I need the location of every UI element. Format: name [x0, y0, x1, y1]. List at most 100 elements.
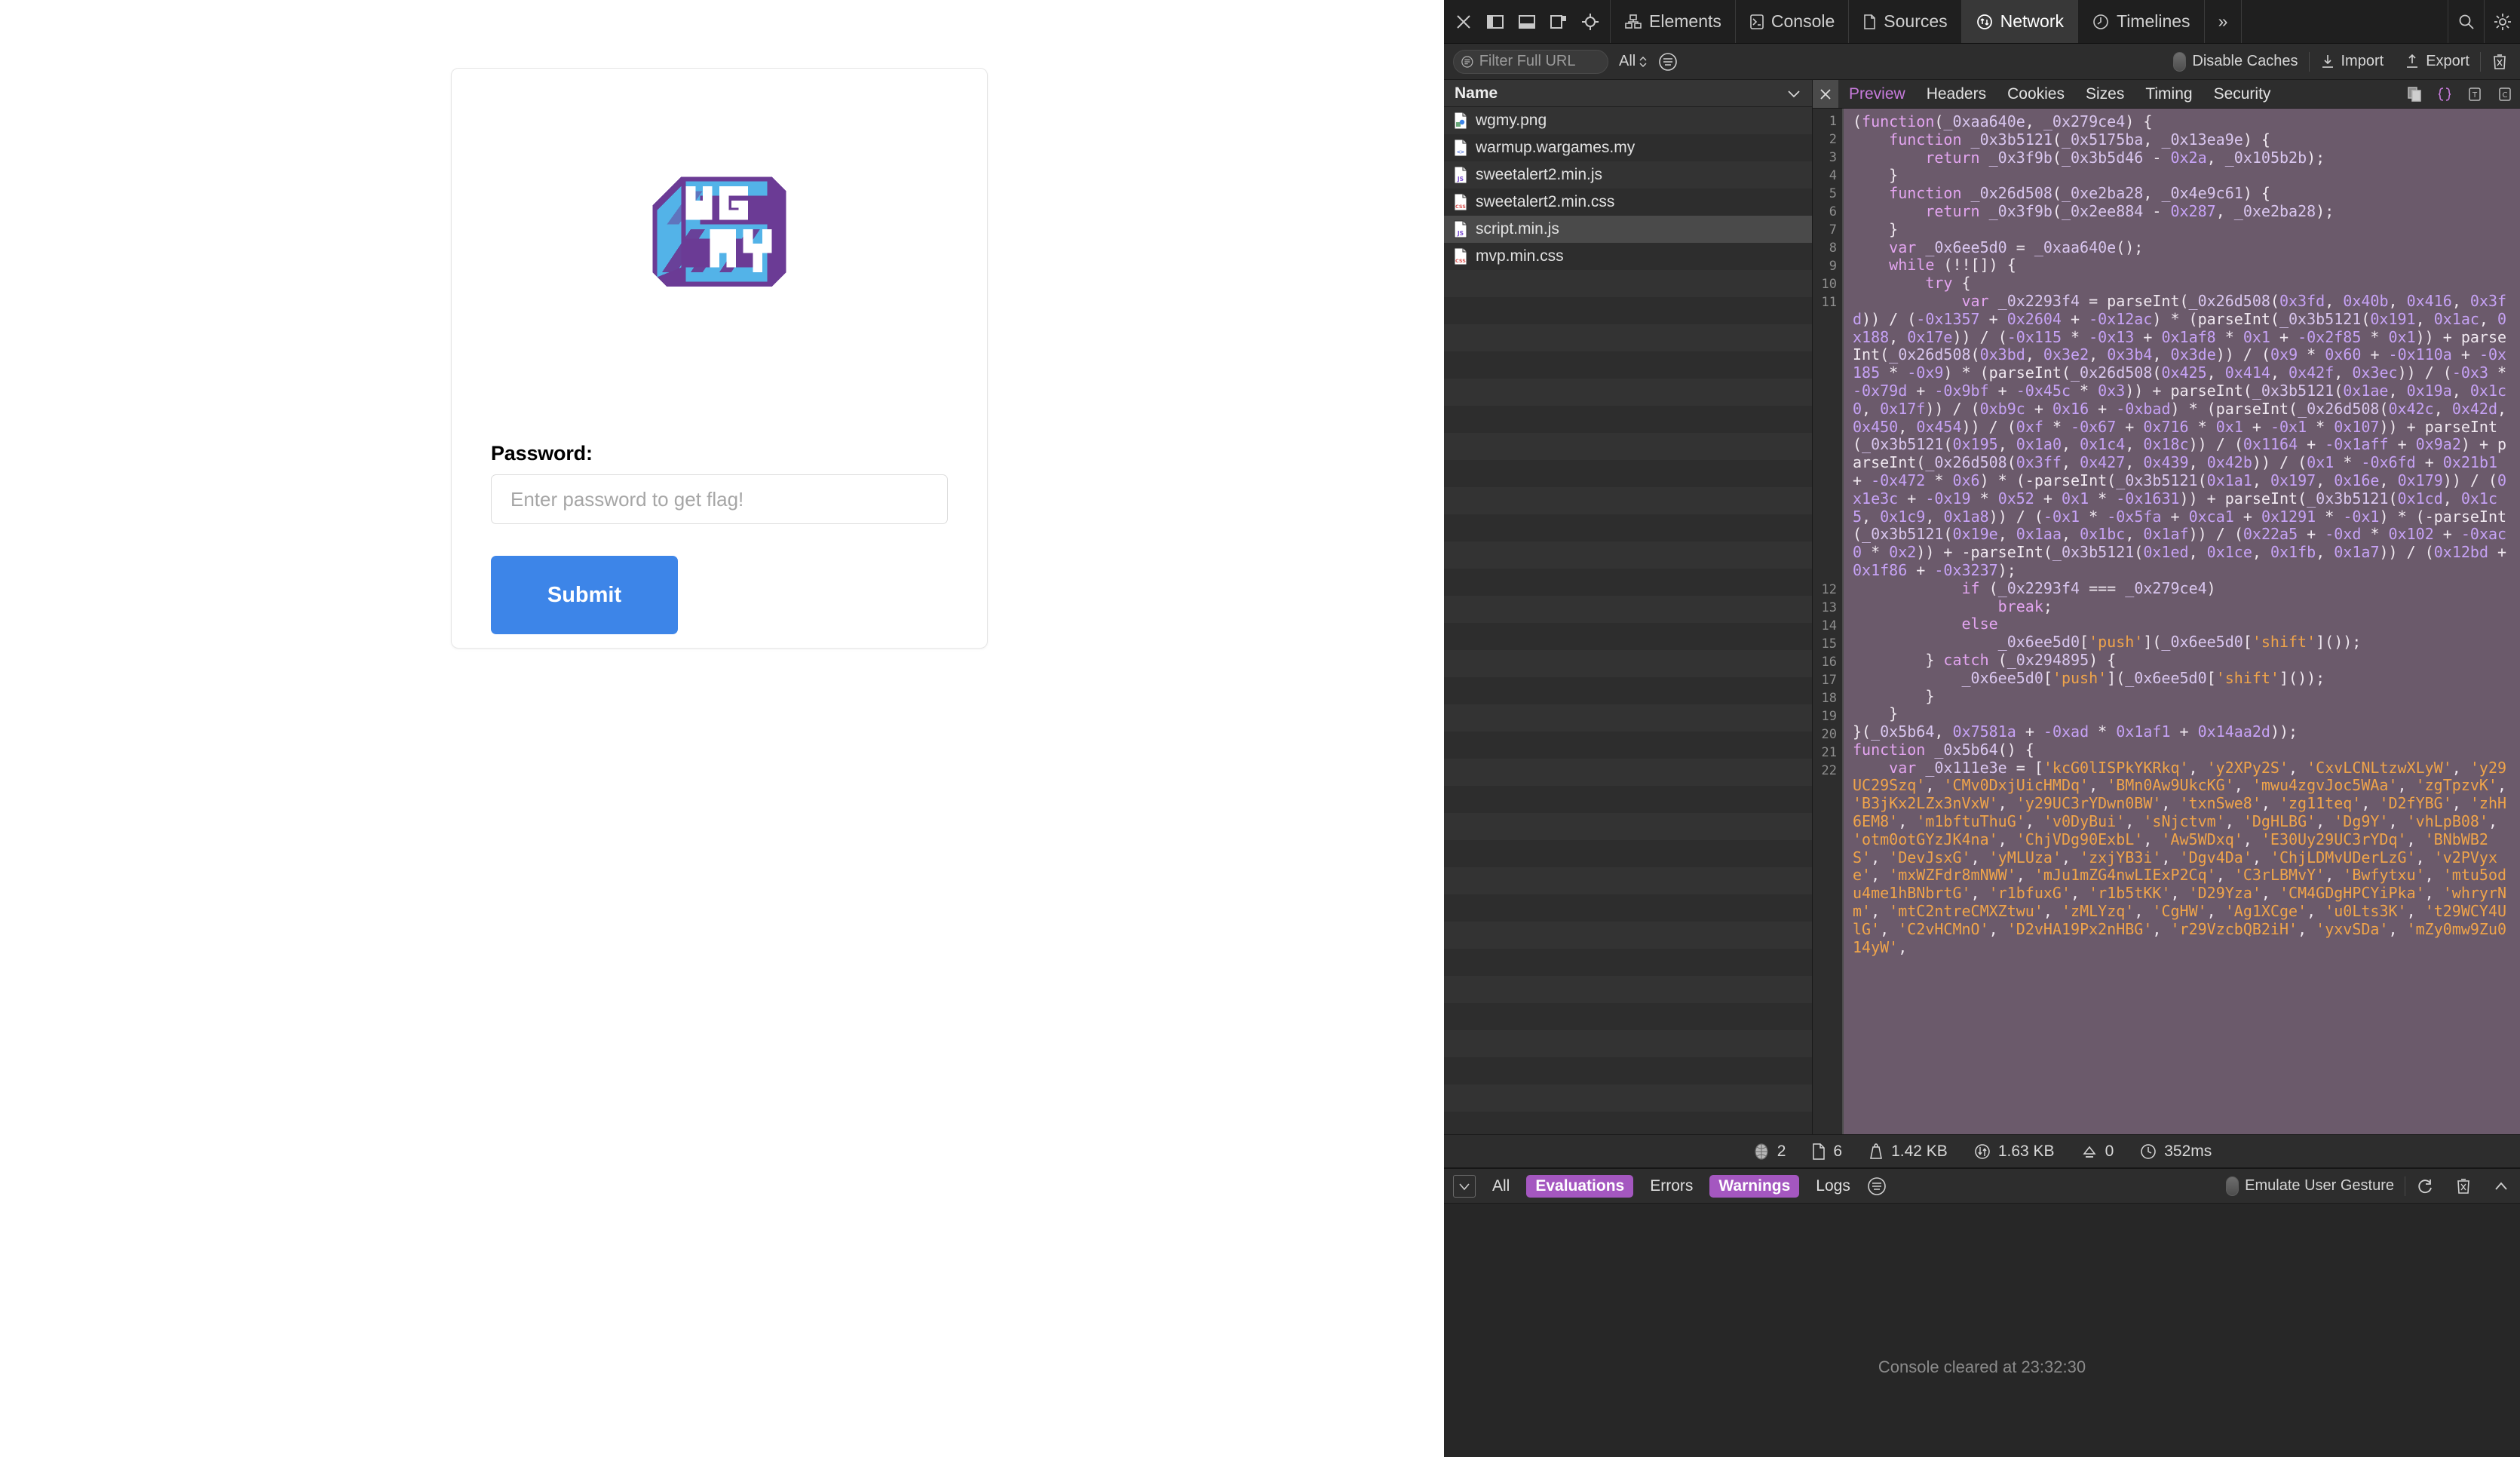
tab-sources-label: Sources: [1884, 11, 1948, 31]
console-filter-bar: All Evaluations Errors Warnings Logs Emu…: [1444, 1167, 2520, 1204]
file-row-label: mvp.min.css: [1476, 247, 1564, 265]
show-chars-icon[interactable]: C: [2490, 80, 2520, 108]
pretty-print-braces-icon[interactable]: [2430, 80, 2460, 108]
tab-console[interactable]: Console: [1736, 0, 1850, 43]
detail-tab-preview[interactable]: Preview: [1838, 80, 1916, 108]
settings-gear-icon[interactable]: [2484, 0, 2520, 43]
status-transferred-value: 1.63 KB: [1997, 1142, 2055, 1160]
status-resources-value: 6: [1833, 1142, 1843, 1160]
file-row-script-min-js[interactable]: JS script.min.js: [1444, 216, 1812, 243]
code-content: (function(_0xaa640e, _0x279ce4) { functi…: [1844, 109, 2520, 1134]
close-icon[interactable]: [1449, 7, 1479, 37]
network-file-list: Name wgmy.png <> warmup.wargames.my JS s…: [1444, 80, 1813, 1134]
hamburger-circle-icon: [1868, 1176, 1886, 1195]
export-label: Export: [2426, 53, 2469, 69]
devtools-panel: Elements Console Sources Network Timelin…: [1444, 0, 2520, 1457]
file-row-mvp-min-css[interactable]: CSS mvp.min.css: [1444, 243, 1812, 270]
web-page-viewport: Password: Submit: [0, 0, 1444, 1457]
svg-text:C: C: [2503, 91, 2508, 100]
file-list-header[interactable]: Name: [1444, 80, 1812, 107]
devtools-window-controls: [1444, 0, 1611, 43]
disable-caches-label: Disable Caches: [2192, 53, 2298, 69]
console-chip-errors[interactable]: Errors: [1641, 1175, 1702, 1198]
detail-tab-security[interactable]: Security: [2203, 80, 2282, 108]
import-button[interactable]: Import: [2310, 53, 2395, 70]
console-more-filters-button[interactable]: [1867, 1176, 1887, 1196]
status-upload-value: 0: [2105, 1142, 2114, 1160]
import-label: Import: [2341, 53, 2384, 69]
password-label: Password:: [491, 442, 593, 465]
js-file-icon: JS: [1454, 220, 1467, 238]
submit-button[interactable]: Submit: [491, 556, 678, 634]
globe-icon: [1755, 1143, 1768, 1160]
upload-icon: [2083, 1146, 2096, 1158]
emulate-user-gesture-toggle[interactable]: Emulate User Gesture: [2215, 1176, 2405, 1196]
console-cleared-message: Console cleared at 23:32:30: [1878, 1357, 2086, 1376]
file-row-warmup-wargames-my[interactable]: <> warmup.wargames.my: [1444, 134, 1812, 161]
file-row-sweetalert2-min-css[interactable]: CSS sweetalert2.min.css: [1444, 189, 1812, 216]
screen-root: Password: Submit Elements Console Source…: [0, 0, 2520, 1457]
logo-container: [452, 167, 987, 292]
search-icon[interactable]: [2448, 0, 2484, 43]
refresh-icon[interactable]: [2405, 1177, 2445, 1195]
dock-left-icon[interactable]: [1480, 7, 1510, 37]
filter-input[interactable]: [1479, 53, 1600, 70]
resource-type-select[interactable]: All: [1619, 53, 1648, 70]
css-file-icon: CSS: [1454, 247, 1467, 265]
line-number-gutter: 1 2 3 4 5 6 7 8 9 10 11 12 13 14 15 16 17 18 19 20 21 22: [1813, 109, 1844, 1134]
chevron-down-icon[interactable]: [1786, 88, 1801, 99]
tab-console-label: Console: [1770, 11, 1835, 31]
disable-caches-toggle[interactable]: Disable Caches: [2163, 51, 2308, 72]
dock-bottom-icon[interactable]: [1512, 7, 1542, 37]
detail-tab-cookies[interactable]: Cookies: [1997, 80, 2075, 108]
console-chip-evaluations[interactable]: Evaluations: [1526, 1174, 1634, 1198]
filter-input-wrapper[interactable]: [1453, 49, 1608, 74]
import-icon: [2322, 54, 2333, 68]
file-row-sweetalert2-min-js[interactable]: JS sweetalert2.min.js: [1444, 161, 1812, 189]
emulate-user-gesture-label: Emulate User Gesture: [2245, 1177, 2394, 1194]
more-filters-button[interactable]: [1658, 52, 1678, 72]
password-form: Password: Submit: [491, 442, 948, 634]
clear-console-icon[interactable]: [2445, 1177, 2482, 1195]
svg-text:JS: JS: [1457, 230, 1464, 237]
tab-timelines[interactable]: Timelines: [2078, 0, 2205, 43]
emulate-user-gesture-switch[interactable]: [2226, 1176, 2239, 1196]
console-chip-logs[interactable]: Logs: [1807, 1175, 1859, 1198]
tabs-overflow-button[interactable]: »: [2205, 0, 2243, 43]
file-row-wgmy-png[interactable]: wgmy.png: [1444, 107, 1812, 134]
status-resources: 6: [1811, 1143, 1842, 1161]
devtools-tabbar: Elements Console Sources Network Timelin…: [1444, 0, 2520, 44]
detail-tab-sizes[interactable]: Sizes: [2075, 80, 2135, 108]
console-chip-all[interactable]: All: [1483, 1175, 1519, 1198]
collapse-icon[interactable]: [2482, 1178, 2511, 1195]
undock-icon[interactable]: [1544, 7, 1574, 37]
console-chip-warnings[interactable]: Warnings: [1709, 1174, 1800, 1198]
svg-text:T: T: [2472, 91, 2478, 100]
inspect-icon[interactable]: [1575, 7, 1605, 37]
tab-elements[interactable]: Elements: [1611, 0, 1736, 43]
show-text-icon[interactable]: T: [2460, 80, 2490, 108]
detail-tab-headers[interactable]: Headers: [1916, 80, 1997, 108]
copy-icon[interactable]: [2399, 80, 2430, 108]
disable-caches-switch[interactable]: [2173, 51, 2187, 72]
status-upload: 0: [2080, 1143, 2114, 1161]
code-preview[interactable]: 1 2 3 4 5 6 7 8 9 10 11 12 13 14 15 16 17 18 19 20 21 22 (fun…: [1813, 109, 2520, 1134]
clear-network-button[interactable]: [2481, 53, 2511, 71]
close-icon[interactable]: [1813, 80, 1838, 108]
tab-network[interactable]: Network: [1961, 0, 2078, 43]
password-input[interactable]: [491, 474, 948, 524]
status-domains: 2: [1752, 1143, 1786, 1161]
export-button[interactable]: Export: [2394, 53, 2480, 70]
file-list-empty-rows: [1444, 270, 1812, 1134]
status-time-value: 352ms: [2164, 1142, 2212, 1160]
tab-timelines-label: Timelines: [2117, 11, 2190, 31]
console-output[interactable]: Console cleared at 23:32:30: [1444, 1204, 2520, 1389]
console-bar-right: Emulate User Gesture: [2215, 1176, 2511, 1196]
filter-dropdown-icon[interactable]: [1453, 1174, 1476, 1198]
tabs-overflow-label: »: [2218, 11, 2228, 31]
sources-icon: [1864, 14, 1876, 29]
detail-tab-timing[interactable]: Timing: [2135, 80, 2203, 108]
weight-icon: [1870, 1143, 1883, 1159]
status-size: 1.42 KB: [1868, 1143, 1948, 1161]
tab-sources[interactable]: Sources: [1849, 0, 1962, 43]
